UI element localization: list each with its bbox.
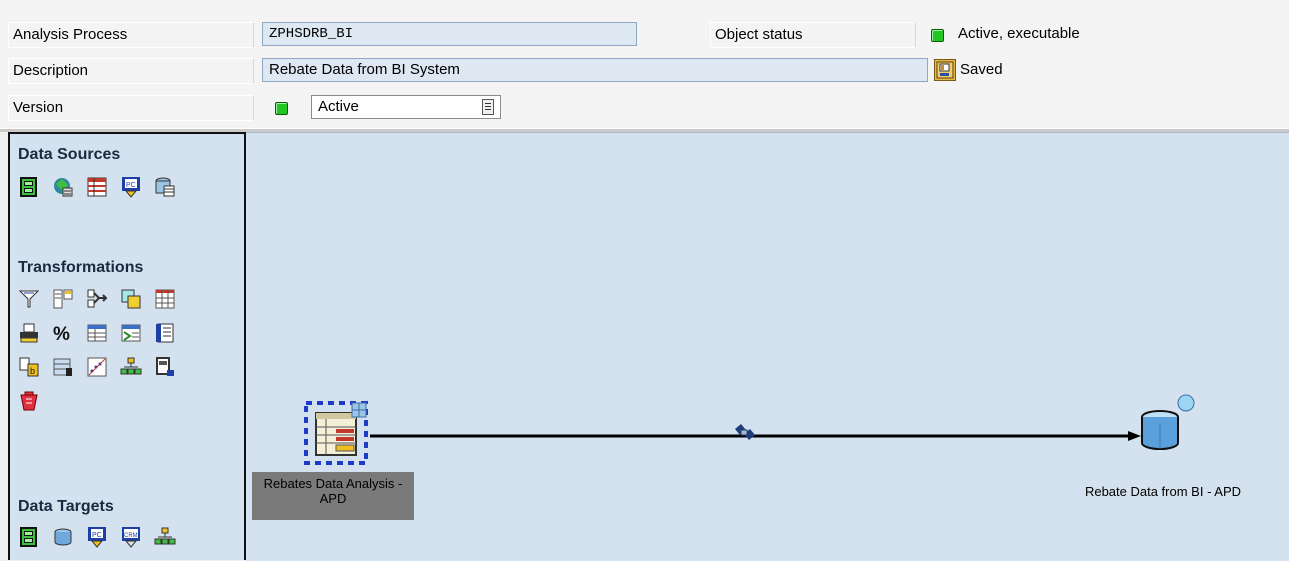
- svg-text:%: %: [53, 324, 70, 344]
- version-label: Version: [8, 95, 254, 121]
- table-icon[interactable]: [52, 356, 74, 378]
- transpose-icon[interactable]: [154, 288, 176, 310]
- header-area: Analysis Process ZPHSDRB_BI Object statu…: [0, 0, 1289, 128]
- target-node[interactable]: [1138, 393, 1198, 455]
- svg-text:b: b: [30, 366, 35, 376]
- description-field[interactable]: Rebate Data from BI System: [262, 58, 928, 82]
- saved-label: Saved: [960, 61, 1003, 78]
- infoprovider-icon[interactable]: [18, 176, 40, 198]
- svg-text:PC: PC: [92, 532, 102, 539]
- analysis-process-label: Analysis Process: [8, 22, 254, 48]
- hierarchy-target-icon[interactable]: [154, 526, 176, 548]
- file-target-icon[interactable]: PC: [86, 526, 108, 548]
- join-icon[interactable]: [86, 288, 108, 310]
- sort-icon[interactable]: [154, 322, 176, 344]
- source-node[interactable]: [304, 401, 368, 465]
- data-mining-icon[interactable]: b: [18, 356, 40, 378]
- version-dropdown-value: Active: [318, 98, 359, 115]
- version-dropdown[interactable]: Active: [311, 95, 501, 119]
- transformations-title: Transformations: [18, 259, 144, 276]
- analysis-process-field[interactable]: ZPHSDRB_BI: [262, 22, 637, 46]
- target-node-label: Rebate Data from BI - APD: [1084, 484, 1242, 499]
- union-icon[interactable]: [120, 288, 142, 310]
- object-status-value: Active, executable: [958, 25, 1080, 42]
- description-row: Description Rebate Data from BI System S…: [0, 58, 1289, 86]
- restrict-icon[interactable]: [52, 288, 74, 310]
- filter-icon[interactable]: [18, 288, 40, 310]
- flat-file-icon[interactable]: PC: [120, 176, 142, 198]
- hierarchy-icon[interactable]: [120, 356, 142, 378]
- svg-text:PC: PC: [126, 182, 136, 189]
- description-label: Description: [8, 58, 254, 84]
- save-status-icon[interactable]: [934, 59, 956, 81]
- tool-palette: Data Sources PC Transformations % b Data…: [8, 132, 246, 560]
- dropdown-icon[interactable]: [482, 99, 494, 115]
- svg-text:CRM: CRM: [124, 533, 138, 539]
- status-green-icon: [931, 29, 944, 42]
- analysis-process-row: Analysis Process ZPHSDRB_BI Object statu…: [0, 22, 1289, 50]
- process-canvas[interactable]: Rebates Data Analysis - APD Rebate Data …: [246, 132, 1289, 561]
- database-target-icon[interactable]: [52, 526, 74, 548]
- formula-icon[interactable]: %: [52, 322, 74, 345]
- source-node-label: Rebates Data Analysis - APD: [252, 472, 414, 520]
- connector-icon[interactable]: [732, 421, 758, 445]
- regression-icon[interactable]: [86, 356, 108, 378]
- routine-icon[interactable]: [120, 322, 142, 344]
- data-sources-title: Data Sources: [18, 146, 121, 163]
- list-icon[interactable]: [86, 322, 108, 344]
- version-row: Version Active: [0, 95, 1289, 123]
- data-targets-title: Data Targets: [18, 498, 114, 515]
- attributes-icon[interactable]: [154, 176, 176, 198]
- infoprovider-target-icon[interactable]: [18, 526, 40, 548]
- version-status-icon: [275, 102, 288, 115]
- query-icon[interactable]: [52, 176, 74, 198]
- object-status-label: Object status: [710, 22, 916, 48]
- crm-target-icon[interactable]: CRM: [120, 526, 142, 548]
- database-table-icon[interactable]: [86, 176, 108, 198]
- delete-icon[interactable]: [18, 390, 40, 412]
- abc-icon[interactable]: [154, 356, 176, 378]
- aggregate-icon[interactable]: [18, 322, 40, 344]
